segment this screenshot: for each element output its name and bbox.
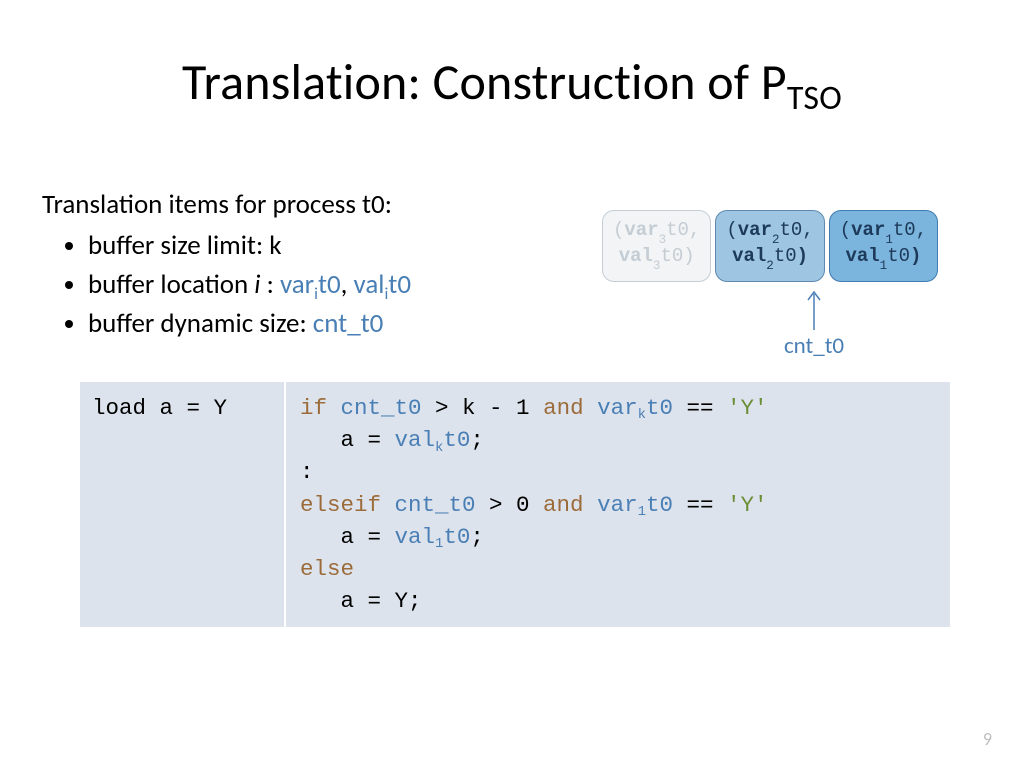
b2-var-sub: i xyxy=(314,284,318,304)
bullet-buffer-size: buffer size limit: k xyxy=(88,226,411,265)
b2-var-txt: var xyxy=(280,268,314,301)
slide-title: Translation: Construction of PTSO xyxy=(0,52,1024,113)
bullet-buffer-location: buffer location i : varit0, valit0 xyxy=(88,265,411,304)
b2-pre: buffer location xyxy=(88,268,254,301)
buffer-cell-3: (var3t0, val3t0) xyxy=(602,210,711,282)
code-block: load a = Y if cnt_t0 > k - 1 and varkt0 … xyxy=(80,382,950,627)
buffer-cells: (var3t0, val3t0) (var2t0, val2t0) (var1t… xyxy=(602,210,938,282)
title-sub: TSO xyxy=(787,78,842,119)
b3-cnt: cnt_t0 xyxy=(313,307,384,340)
cell3-row2: val3t0) xyxy=(613,245,700,271)
title-main: Translation: Construction of P xyxy=(182,52,787,113)
slide: Translation: Construction of PTSO Transl… xyxy=(0,0,1024,768)
b2-var-t0: t0 xyxy=(318,268,341,301)
buffer-cell-2: (var2t0, val2t0) xyxy=(715,210,824,282)
buffer-cell-1: (var1t0, val1t0) xyxy=(829,210,938,282)
cell2-row2: val2t0) xyxy=(726,245,813,271)
cell3-row1: (var3t0, xyxy=(613,219,700,245)
bullet-buffer-dynamic: buffer dynamic size: cnt_t0 xyxy=(88,304,411,343)
cell2-row1: (var2t0, xyxy=(726,219,813,245)
intro-block: Translation items for process t0: buffer… xyxy=(42,185,411,344)
b2-comma: , xyxy=(341,268,354,301)
b2-val: valit0 xyxy=(354,268,412,301)
b3-pre: buffer dynamic size: xyxy=(88,307,313,340)
arrow-up-icon xyxy=(805,288,823,330)
cell1-row2: val1t0) xyxy=(840,245,927,271)
b2-sep: : xyxy=(261,268,280,301)
intro-lead: Translation items for process t0: xyxy=(42,185,411,224)
code-left: load a = Y xyxy=(80,382,286,627)
cell1-row1: (var1t0, xyxy=(840,219,927,245)
b2-val-t0: t0 xyxy=(388,268,411,301)
cnt-arrow: cnt_t0 xyxy=(754,288,874,360)
page-number: 9 xyxy=(983,728,992,750)
b2-val-sub: i xyxy=(384,284,388,304)
b2-var: varit0 xyxy=(280,268,341,301)
code-right: if cnt_t0 > k - 1 and varkt0 == 'Y' a = … xyxy=(286,382,950,627)
cnt-label: cnt_t0 xyxy=(754,332,874,360)
b2-val-txt: val xyxy=(354,268,385,301)
intro-list: buffer size limit: k buffer location i :… xyxy=(42,226,411,343)
